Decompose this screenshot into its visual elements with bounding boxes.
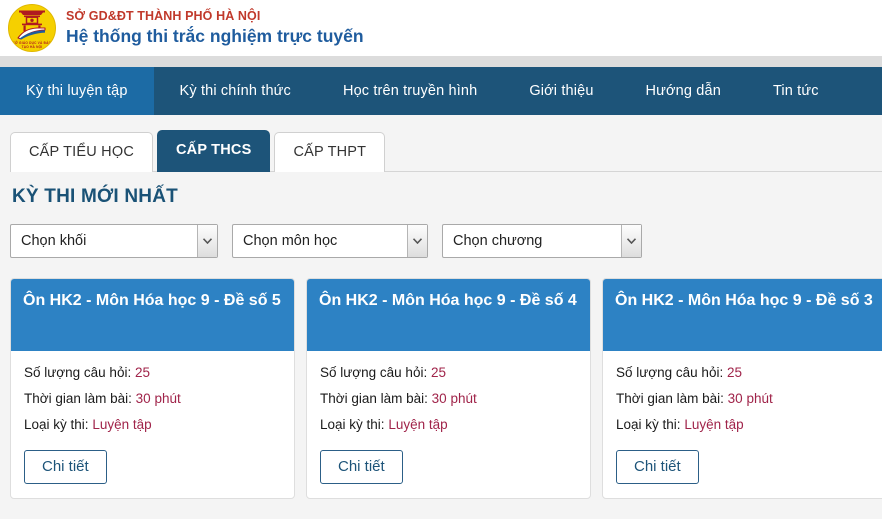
exam-type-label: Loại kỳ thi: xyxy=(320,417,385,432)
level-tabs-region: CẤP TIỂU HỌC CẤP THCS CẤP THPT xyxy=(0,115,882,172)
main-navigation: Kỳ thi luyện tập Kỳ thi chính thức Học t… xyxy=(0,67,882,115)
grade-select-wrapper: Chọn khối xyxy=(10,224,218,258)
nav-item-label: Kỳ thi luyện tập xyxy=(26,83,128,99)
tab-label: CẤP THCS xyxy=(176,142,252,158)
tab-cap-thpt[interactable]: CẤP THPT xyxy=(274,132,386,172)
chapter-select-wrapper: Chọn chương xyxy=(442,224,642,258)
duration-line: Thời gian làm bài: 30 phút xyxy=(24,391,281,406)
exam-type-line: Loại kỳ thi: Luyện tập xyxy=(320,417,577,432)
exam-card-body: Số lượng câu hỏi: 25 Thời gian làm bài: … xyxy=(11,351,294,498)
main-content: KỲ THI MỚI NHẤT Chọn khối Chọn môn học C… xyxy=(0,172,882,499)
tab-cap-thcs[interactable]: CẤP THCS xyxy=(157,130,271,172)
subject-select-wrapper: Chọn môn học xyxy=(232,224,428,258)
nav-item-label: Học trên truyền hình xyxy=(342,83,478,99)
question-count-value: 25 xyxy=(726,365,742,380)
question-count-label: Số lượng câu hỏi: xyxy=(616,365,724,380)
exam-type-value: Luyện tập xyxy=(92,417,152,432)
grade-select[interactable]: Chọn khối xyxy=(10,224,218,258)
duration-label: Thời gian làm bài: xyxy=(24,391,132,406)
question-count-value: 25 xyxy=(134,365,150,380)
nav-item-label: Kỳ thi chính thức xyxy=(179,83,291,99)
question-count-line: Số lượng câu hỏi: 25 xyxy=(24,365,281,380)
nav-item-label: Hướng dẫn xyxy=(645,83,721,99)
exam-card[interactable]: Ôn HK2 - Môn Hóa học 9 - Đề số 4 Số lượn… xyxy=(306,278,591,499)
duration-line: Thời gian làm bài: 30 phút xyxy=(320,391,577,406)
page-title: KỲ THI MỚI NHẤT xyxy=(12,186,178,207)
exam-card-title: Ôn HK2 - Môn Hóa học 9 - Đề số 3 xyxy=(603,279,882,351)
site-header: SỞ GIÁO DỤC VÀ ĐÀO TẠO HÀ NỘI SỞ GD&ĐT T… xyxy=(0,0,882,56)
exam-type-value: Luyện tập xyxy=(388,417,448,432)
open-book-wave-icon xyxy=(17,27,46,40)
detail-button[interactable]: Chi tiết xyxy=(24,450,107,484)
exam-type-line: Loại kỳ thi: Luyện tập xyxy=(24,417,281,432)
nav-item-label: Giới thiệu xyxy=(529,83,594,99)
header-titles: SỞ GD&ĐT THÀNH PHỐ HÀ NỘI Hệ thống thi t… xyxy=(66,8,364,48)
exam-card[interactable]: Ôn HK2 - Môn Hóa học 9 - Đề số 3 Số lượn… xyxy=(602,278,882,499)
hanoi-doet-emblem-icon: SỞ GIÁO DỤC VÀ ĐÀO TẠO HÀ NỘI xyxy=(8,4,56,52)
detail-button[interactable]: Chi tiết xyxy=(616,450,699,484)
exam-card-body: Số lượng câu hỏi: 25 Thời gian làm bài: … xyxy=(603,351,882,498)
duration-label: Thời gian làm bài: xyxy=(616,391,724,406)
logo-caption: SỞ GIÁO DỤC VÀ ĐÀO TẠO HÀ NỘI xyxy=(12,41,52,49)
nav-item-label: Tin tức xyxy=(772,83,819,99)
exam-type-label: Loại kỳ thi: xyxy=(24,417,89,432)
nav-item-gioi-thieu[interactable]: Giới thiệu xyxy=(503,67,619,115)
duration-value: 30 phút xyxy=(727,391,773,406)
question-count-line: Số lượng câu hỏi: 25 xyxy=(616,365,873,380)
nav-item-huong-dan[interactable]: Hướng dẫn xyxy=(620,67,747,115)
nav-item-tin-tuc[interactable]: Tin tức xyxy=(747,67,845,115)
filters-row: Chọn khối Chọn môn học Chọn chương xyxy=(10,224,872,258)
exam-card-body: Số lượng câu hỏi: 25 Thời gian làm bài: … xyxy=(307,351,590,498)
site-logo: SỞ GIÁO DỤC VÀ ĐÀO TẠO HÀ NỘI xyxy=(8,4,56,52)
chapter-select[interactable]: Chọn chương xyxy=(442,224,642,258)
exam-type-label: Loại kỳ thi: xyxy=(616,417,681,432)
tab-label: CẤP TIỂU HỌC xyxy=(29,144,134,160)
exam-type-line: Loại kỳ thi: Luyện tập xyxy=(616,417,873,432)
nav-item-ky-thi-luyen-tap[interactable]: Kỳ thi luyện tập xyxy=(0,67,154,115)
duration-value: 30 phút xyxy=(431,391,477,406)
nav-item-ky-thi-chinh-thuc[interactable]: Kỳ thi chính thức xyxy=(154,67,317,115)
duration-label: Thời gian làm bài: xyxy=(320,391,428,406)
exam-card-title: Ôn HK2 - Môn Hóa học 9 - Đề số 5 xyxy=(11,279,294,351)
question-count-value: 25 xyxy=(430,365,446,380)
question-count-line: Số lượng câu hỏi: 25 xyxy=(320,365,577,380)
duration-value: 30 phút xyxy=(135,391,181,406)
exam-card-list: Ôn HK2 - Môn Hóa học 9 - Đề số 5 Số lượn… xyxy=(10,278,882,499)
header-title: Hệ thống thi trắc nghiệm trực tuyến xyxy=(66,26,364,47)
tab-cap-tieu-hoc[interactable]: CẤP TIỂU HỌC xyxy=(10,132,153,172)
detail-button[interactable]: Chi tiết xyxy=(320,450,403,484)
nav-item-hoc-tren-truyen-hinh[interactable]: Học trên truyền hình xyxy=(317,67,503,115)
header-divider-strip xyxy=(0,56,882,67)
exam-type-value: Luyện tập xyxy=(684,417,744,432)
question-count-label: Số lượng câu hỏi: xyxy=(24,365,132,380)
level-tabs: CẤP TIỂU HỌC CẤP THCS CẤP THPT xyxy=(10,130,882,172)
exam-card-title: Ôn HK2 - Môn Hóa học 9 - Đề số 4 xyxy=(307,279,590,351)
tab-label: CẤP THPT xyxy=(293,144,367,160)
exam-card[interactable]: Ôn HK2 - Môn Hóa học 9 - Đề số 5 Số lượn… xyxy=(10,278,295,499)
subject-select[interactable]: Chọn môn học xyxy=(232,224,428,258)
header-subtitle: SỞ GD&ĐT THÀNH PHỐ HÀ NỘI xyxy=(66,8,261,23)
question-count-label: Số lượng câu hỏi: xyxy=(320,365,428,380)
duration-line: Thời gian làm bài: 30 phút xyxy=(616,391,873,406)
